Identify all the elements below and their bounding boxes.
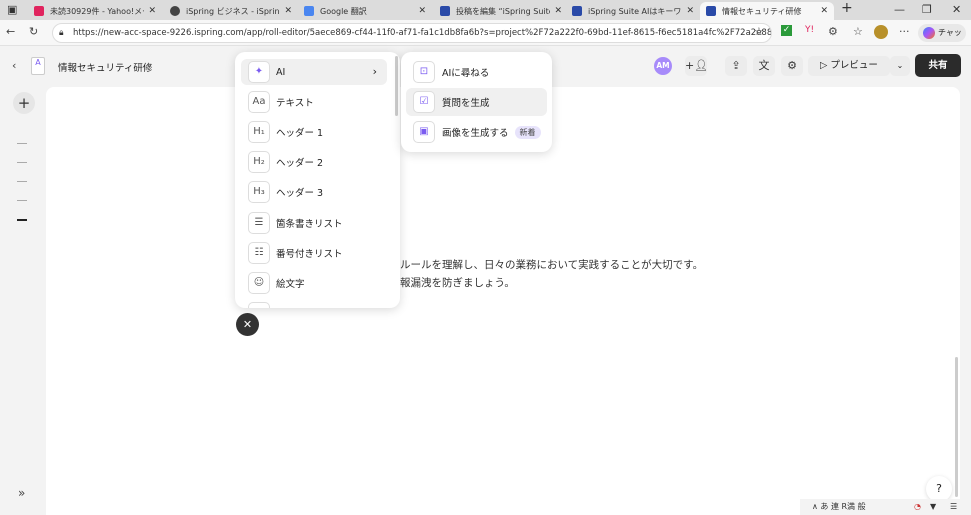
browser-tab[interactable]: iSpring Suite AIはキーワードから✕	[566, 2, 700, 20]
browser-tab[interactable]: Google 翻訳 ✕	[298, 2, 432, 20]
taskbar-tray: ∧ あ 連 R満 般 ◔ ▼ ☰	[800, 499, 971, 515]
close-tab-icon[interactable]: ✕	[284, 6, 292, 16]
browser-tab[interactable]: 投稿を編集 “iSpring Suite AI✕	[434, 2, 568, 20]
back-icon[interactable]: ←	[6, 25, 15, 38]
close-tab-icon[interactable]: ✕	[418, 6, 426, 16]
course-title[interactable]: 情報セキュリティ研修	[58, 60, 152, 74]
translate-button[interactable]: 文	[753, 56, 775, 76]
insert-block-menu: ✦ AI › Aa テキスト H₁ ヘッダー 1 H₂ ヘッダー 2 H₃ ヘッダー 3 ☰…	[235, 52, 400, 308]
content-text-line[interactable]: 報漏洩を防ぎましょう。	[400, 275, 515, 290]
yahoo-favicon-icon	[34, 6, 44, 16]
restore-icon[interactable]: ❐	[922, 3, 932, 16]
menu-item-header-1[interactable]: H₁ ヘッダー 1	[241, 119, 387, 145]
generate-image-icon: ▣	[413, 121, 435, 143]
close-tab-icon[interactable]: ✕	[686, 6, 694, 16]
ispring-favicon-icon	[170, 6, 180, 16]
address-bar-row: ← ↻ 🔒︎ https://new-acc-space-9226.ispring…	[0, 20, 971, 55]
yahoo-extension-icon[interactable]: Y!	[805, 25, 814, 35]
chevron-right-icon: ›	[372, 65, 377, 78]
profile-avatar[interactable]	[874, 25, 888, 39]
ask-ai-icon: ⊡	[413, 61, 435, 83]
minimize-icon[interactable]: —	[894, 3, 905, 16]
text-icon: Aa	[248, 91, 270, 113]
refresh-icon[interactable]: ↻	[29, 25, 38, 38]
lock-icon: 🔒︎	[59, 28, 64, 38]
more-icon[interactable]: ···	[899, 25, 910, 38]
outline-marker[interactable]	[17, 162, 27, 163]
ime-indicator[interactable]: ∧ あ 連 R満 般	[812, 499, 866, 515]
new-badge: 新着	[514, 125, 541, 139]
ai-submenu: ⊡ AIに尋ねる ☑ 質問を生成 ▣ 画像を生成する 新着	[401, 52, 552, 152]
outline-marker-active[interactable]	[17, 219, 27, 221]
browser-tab[interactable]: 未読30929件 - Yahoo!メール✕	[28, 2, 162, 20]
submenu-item-ask-ai[interactable]: ⊡ AIに尋ねる	[406, 58, 547, 86]
favorite-star-icon[interactable]: ☆	[754, 25, 764, 38]
menu-item-header-2[interactable]: H₂ ヘッダー 2	[241, 149, 387, 175]
copilot-icon	[923, 27, 935, 39]
bullet-list-icon: ☰	[248, 212, 270, 234]
site-favicon-icon	[440, 6, 450, 16]
heading-1-icon: H₁	[248, 121, 270, 143]
preview-button[interactable]: ▷ プレビュー	[808, 56, 890, 76]
numbered-list-icon: ☷	[248, 242, 270, 264]
menu-item-partial[interactable]	[248, 302, 270, 308]
google-translate-favicon-icon	[304, 6, 314, 16]
menu-item-text[interactable]: Aa テキスト	[241, 89, 387, 115]
extension-check-icon[interactable]: ✓	[781, 25, 792, 36]
site-favicon-icon	[572, 6, 582, 16]
heading-2-icon: H₂	[248, 151, 270, 173]
document-icon: A	[31, 57, 45, 75]
tray-icon[interactable]: ◔	[914, 499, 921, 515]
menu-scrollbar[interactable]	[395, 56, 398, 116]
browser-tab-active[interactable]: 情報セキュリティ研修 ✕	[700, 2, 834, 20]
scrollbar[interactable]	[955, 357, 958, 497]
submenu-item-generate-questions[interactable]: ☑ 質問を生成	[406, 88, 547, 116]
tab-actions-icon[interactable]: ▣	[7, 3, 17, 16]
heading-3-icon: H₃	[248, 181, 270, 203]
emoji-icon: ☺	[248, 272, 270, 294]
browser-tab[interactable]: iSpring ビジネス - iSpring Suite✕	[164, 2, 298, 20]
close-tab-icon[interactable]: ✕	[554, 6, 562, 16]
export-button[interactable]: ⇪	[725, 56, 747, 76]
outline-marker[interactable]	[17, 143, 27, 144]
add-user-button[interactable]: +👤︎	[685, 56, 708, 76]
add-block-button[interactable]: +	[13, 92, 35, 114]
user-avatar[interactable]: AM	[654, 57, 672, 75]
tray-icon[interactable]: ▼	[930, 499, 936, 515]
notification-icon[interactable]: ☰	[950, 499, 957, 515]
close-window-icon[interactable]: ✕	[952, 3, 961, 16]
outline-marker[interactable]	[17, 200, 27, 201]
content-text-line[interactable]: ルールを理解し、日々の業務において実践することが大切です。	[400, 257, 703, 272]
outline-marker[interactable]	[17, 181, 27, 182]
close-tab-icon[interactable]: ✕	[820, 6, 828, 16]
menu-item-ai[interactable]: ✦ AI ›	[241, 59, 387, 85]
submenu-item-generate-image[interactable]: ▣ 画像を生成する 新着	[406, 118, 547, 146]
url-input[interactable]: 🔒︎ https://new-acc-space-9226.ispring.com…	[52, 23, 772, 43]
preview-dropdown-chevron-icon[interactable]: ⌄	[890, 56, 910, 76]
sparkle-icon: ✦	[248, 61, 270, 83]
menu-item-bullet-list[interactable]: ☰ 箇条書きリスト	[241, 210, 387, 236]
generate-question-icon: ☑	[413, 91, 435, 113]
browser-tab-bar: ▣ 未読30929件 - Yahoo!メール✕ iSpring ビジネス - i…	[0, 0, 971, 20]
copilot-chat-button[interactable]: チャット	[918, 24, 966, 55]
favorites-icon[interactable]: ☆	[853, 25, 863, 38]
site-favicon-icon	[706, 6, 716, 16]
close-tab-icon[interactable]: ✕	[148, 6, 156, 16]
menu-item-emoji[interactable]: ☺ 絵文字	[241, 270, 387, 296]
close-menu-button[interactable]: ✕	[236, 313, 259, 336]
back-chevron-icon[interactable]: ‹	[12, 59, 16, 72]
settings-button[interactable]: ⚙︎	[781, 56, 803, 76]
menu-item-header-3[interactable]: H₃ ヘッダー 3	[241, 179, 387, 205]
new-tab-icon[interactable]: +	[841, 0, 853, 16]
menu-item-numbered-list[interactable]: ☷ 番号付きリスト	[241, 240, 387, 266]
share-button[interactable]: 共有	[915, 54, 961, 77]
expand-sidebar-icon[interactable]: »	[18, 486, 25, 500]
play-icon: ▷	[820, 60, 831, 71]
extensions-icon[interactable]: ⚙︎	[828, 25, 838, 38]
